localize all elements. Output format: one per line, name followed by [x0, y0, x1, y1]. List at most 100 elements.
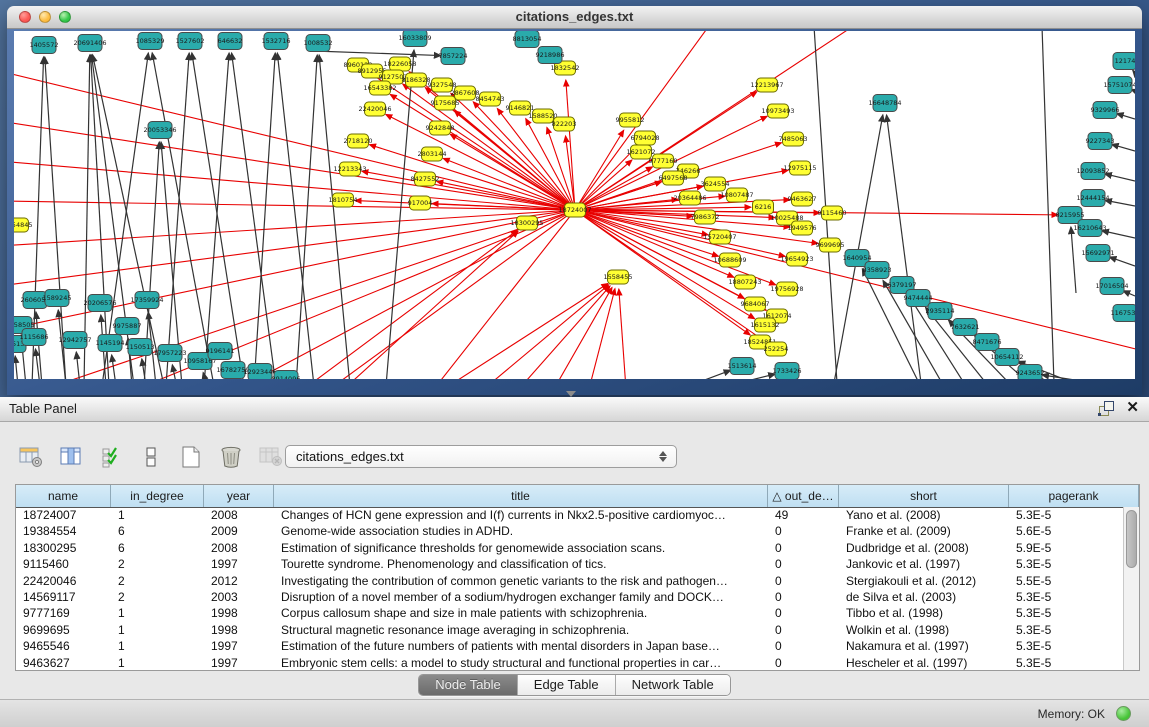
close-panel-icon[interactable]: ✕	[1126, 400, 1139, 416]
network-view[interactable]: 1872400789601228912955182260589127503165…	[14, 31, 1135, 379]
table-row[interactable]: 977716911998Corpus callosum shape and si…	[16, 605, 1124, 621]
graph-node[interactable]: 8358923	[863, 262, 892, 279]
graph-node[interactable]: 16648784	[868, 95, 901, 112]
table-row[interactable]: 1830029562008Estimation of significance …	[16, 540, 1124, 556]
table-row[interactable]: 1872400712008Changes of HCN gene express…	[16, 507, 1124, 523]
graph-node[interactable]: 7485063	[779, 132, 808, 146]
graph-node[interactable]: 9243652	[1016, 365, 1045, 380]
citation-network-canvas[interactable]: 1872400789601228912955182260589127503165…	[14, 31, 1135, 379]
graph-node[interactable]: 9115460	[818, 206, 847, 220]
vertical-scrollbar[interactable]	[1123, 507, 1139, 670]
graph-node[interactable]: 10807487	[720, 188, 753, 202]
column-header-3[interactable]: title	[274, 485, 768, 507]
graph-node[interactable]: 20206576	[83, 295, 116, 312]
column-header-0[interactable]: name	[16, 485, 111, 507]
graph-node[interactable]: 17359924	[130, 292, 163, 309]
graph-node[interactable]: 7632621	[951, 319, 980, 336]
graph-node[interactable]: 1810754	[329, 193, 358, 207]
graph-node[interactable]: 9474444	[904, 290, 933, 307]
graph-node[interactable]: 22420046	[358, 102, 391, 116]
graph-node[interactable]: 1085329	[136, 33, 165, 50]
graph-node[interactable]: 12093852	[1076, 163, 1109, 180]
graph-node[interactable]: 9777169	[649, 154, 678, 168]
delete-rows-icon[interactable]	[218, 444, 244, 470]
graph-node[interactable]: 6497568	[659, 171, 688, 185]
graph-node[interactable]: 1554845	[14, 218, 32, 232]
graph-node[interactable]: 15692971	[1081, 245, 1114, 262]
graph-node[interactable]: 1167533	[1111, 305, 1135, 322]
graph-node[interactable]: 16033809	[398, 31, 431, 47]
graph-node[interactable]: 2935114	[926, 303, 955, 320]
scrollbar-thumb[interactable]	[1126, 510, 1137, 568]
graph-node[interactable]: 12975115	[783, 161, 816, 175]
column-header-4[interactable]: △ out_de…	[768, 485, 839, 507]
graph-node[interactable]: 2718120	[344, 134, 373, 148]
graph-node[interactable]: 12942757	[58, 332, 91, 349]
graph-node[interactable]: 1589245	[43, 290, 72, 307]
graph-node[interactable]: 8186328	[402, 73, 431, 87]
graph-node[interactable]: 8471676	[973, 334, 1002, 351]
delete-table-icon[interactable]	[258, 444, 284, 470]
graph-node[interactable]: 1558455	[604, 270, 633, 284]
graph-node[interactable]: 15751074	[1103, 77, 1135, 94]
graph-node[interactable]: 18226058	[383, 57, 416, 71]
graph-node[interactable]: 12174	[1113, 53, 1135, 70]
graph-node[interactable]: 9699695	[816, 238, 845, 252]
graph-node[interactable]: 9684067	[741, 297, 770, 311]
graph-node[interactable]: 17016504	[1095, 278, 1128, 295]
graph-node[interactable]: 9463627	[788, 192, 817, 206]
table-row[interactable]: 946362711997Embryonic stem cells: a mode…	[16, 655, 1124, 670]
column-visibility-icon[interactable]	[58, 444, 84, 470]
graph-node[interactable]: 17957223	[153, 345, 186, 362]
graph-node[interactable]: 1405572	[30, 37, 59, 54]
graph-node[interactable]: 1527602	[176, 33, 205, 50]
graph-node[interactable]: 8813054	[513, 31, 542, 48]
graph-node[interactable]: 6794028	[631, 131, 660, 145]
graph-node[interactable]: 1949576	[788, 221, 817, 235]
graph-node[interactable]: 20053346	[143, 122, 176, 139]
graph-node[interactable]: 252254	[764, 342, 789, 356]
graph-node[interactable]: 917004	[408, 196, 433, 210]
graph-node[interactable]: 8427552	[411, 172, 440, 186]
graph-node[interactable]: 8454743	[476, 92, 505, 106]
graph-node[interactable]: 12213967	[750, 78, 783, 92]
row-height-icon[interactable]	[138, 444, 164, 470]
graph-node[interactable]: 10654112	[990, 349, 1023, 366]
tab-network-table[interactable]: Network Table	[616, 675, 730, 695]
graph-node[interactable]: 9218986	[536, 47, 565, 64]
graph-node[interactable]: 2803144	[418, 147, 447, 161]
column-header-5[interactable]: short	[839, 485, 1009, 507]
graph-node[interactable]: 3624554	[701, 177, 730, 191]
table-row[interactable]: 911546021997Tourette syndrome. Phenomeno…	[16, 556, 1124, 572]
graph-node[interactable]: 10973493	[761, 104, 794, 118]
select-all-rows-icon[interactable]	[98, 444, 124, 470]
graph-node[interactable]: 6216	[753, 200, 774, 214]
graph-node[interactable]: 12444154	[1076, 190, 1109, 207]
graph-node[interactable]: 16210643	[1073, 220, 1106, 237]
column-header-6[interactable]: pagerank	[1009, 485, 1139, 507]
tab-edge-table[interactable]: Edge Table	[518, 675, 616, 695]
table-row[interactable]: 969969511998Structural magnetic resonanc…	[16, 622, 1124, 638]
graph-node[interactable]: 8914096	[272, 371, 301, 380]
graph-node[interactable]: 9175685	[431, 96, 460, 110]
graph-node[interactable]: 20364486	[673, 191, 706, 205]
table-selector[interactable]: citations_edges.txt	[285, 445, 677, 468]
tab-node-table[interactable]: Node Table	[419, 675, 518, 695]
graph-node[interactable]: 7857224	[439, 48, 468, 65]
graph-node[interactable]: 1150513	[126, 339, 155, 356]
table-row[interactable]: 1938455462009Genome-wide association stu…	[16, 523, 1124, 539]
graph-node[interactable]: 1115686	[20, 329, 49, 346]
graph-node[interactable]: 19654923	[780, 252, 813, 266]
graph-node[interactable]: 7986372	[691, 210, 720, 224]
graph-node[interactable]: 1532716	[262, 33, 291, 50]
graph-node[interactable]: 1733426	[773, 363, 802, 380]
table-row[interactable]: 946554611997Estimation of the future num…	[16, 638, 1124, 654]
graph-node[interactable]: 9196141	[206, 343, 235, 360]
graph-node[interactable]: 1513614	[728, 358, 757, 375]
graph-node[interactable]: 15720407	[703, 230, 736, 244]
graph-node[interactable]: 1615132	[751, 318, 780, 332]
graph-node[interactable]: 9242848	[426, 121, 455, 135]
graph-node[interactable]: 20691406	[73, 35, 106, 52]
table-row[interactable]: 1456911722003Disruption of a novel membe…	[16, 589, 1124, 605]
graph-node[interactable]: 646632	[218, 33, 243, 50]
